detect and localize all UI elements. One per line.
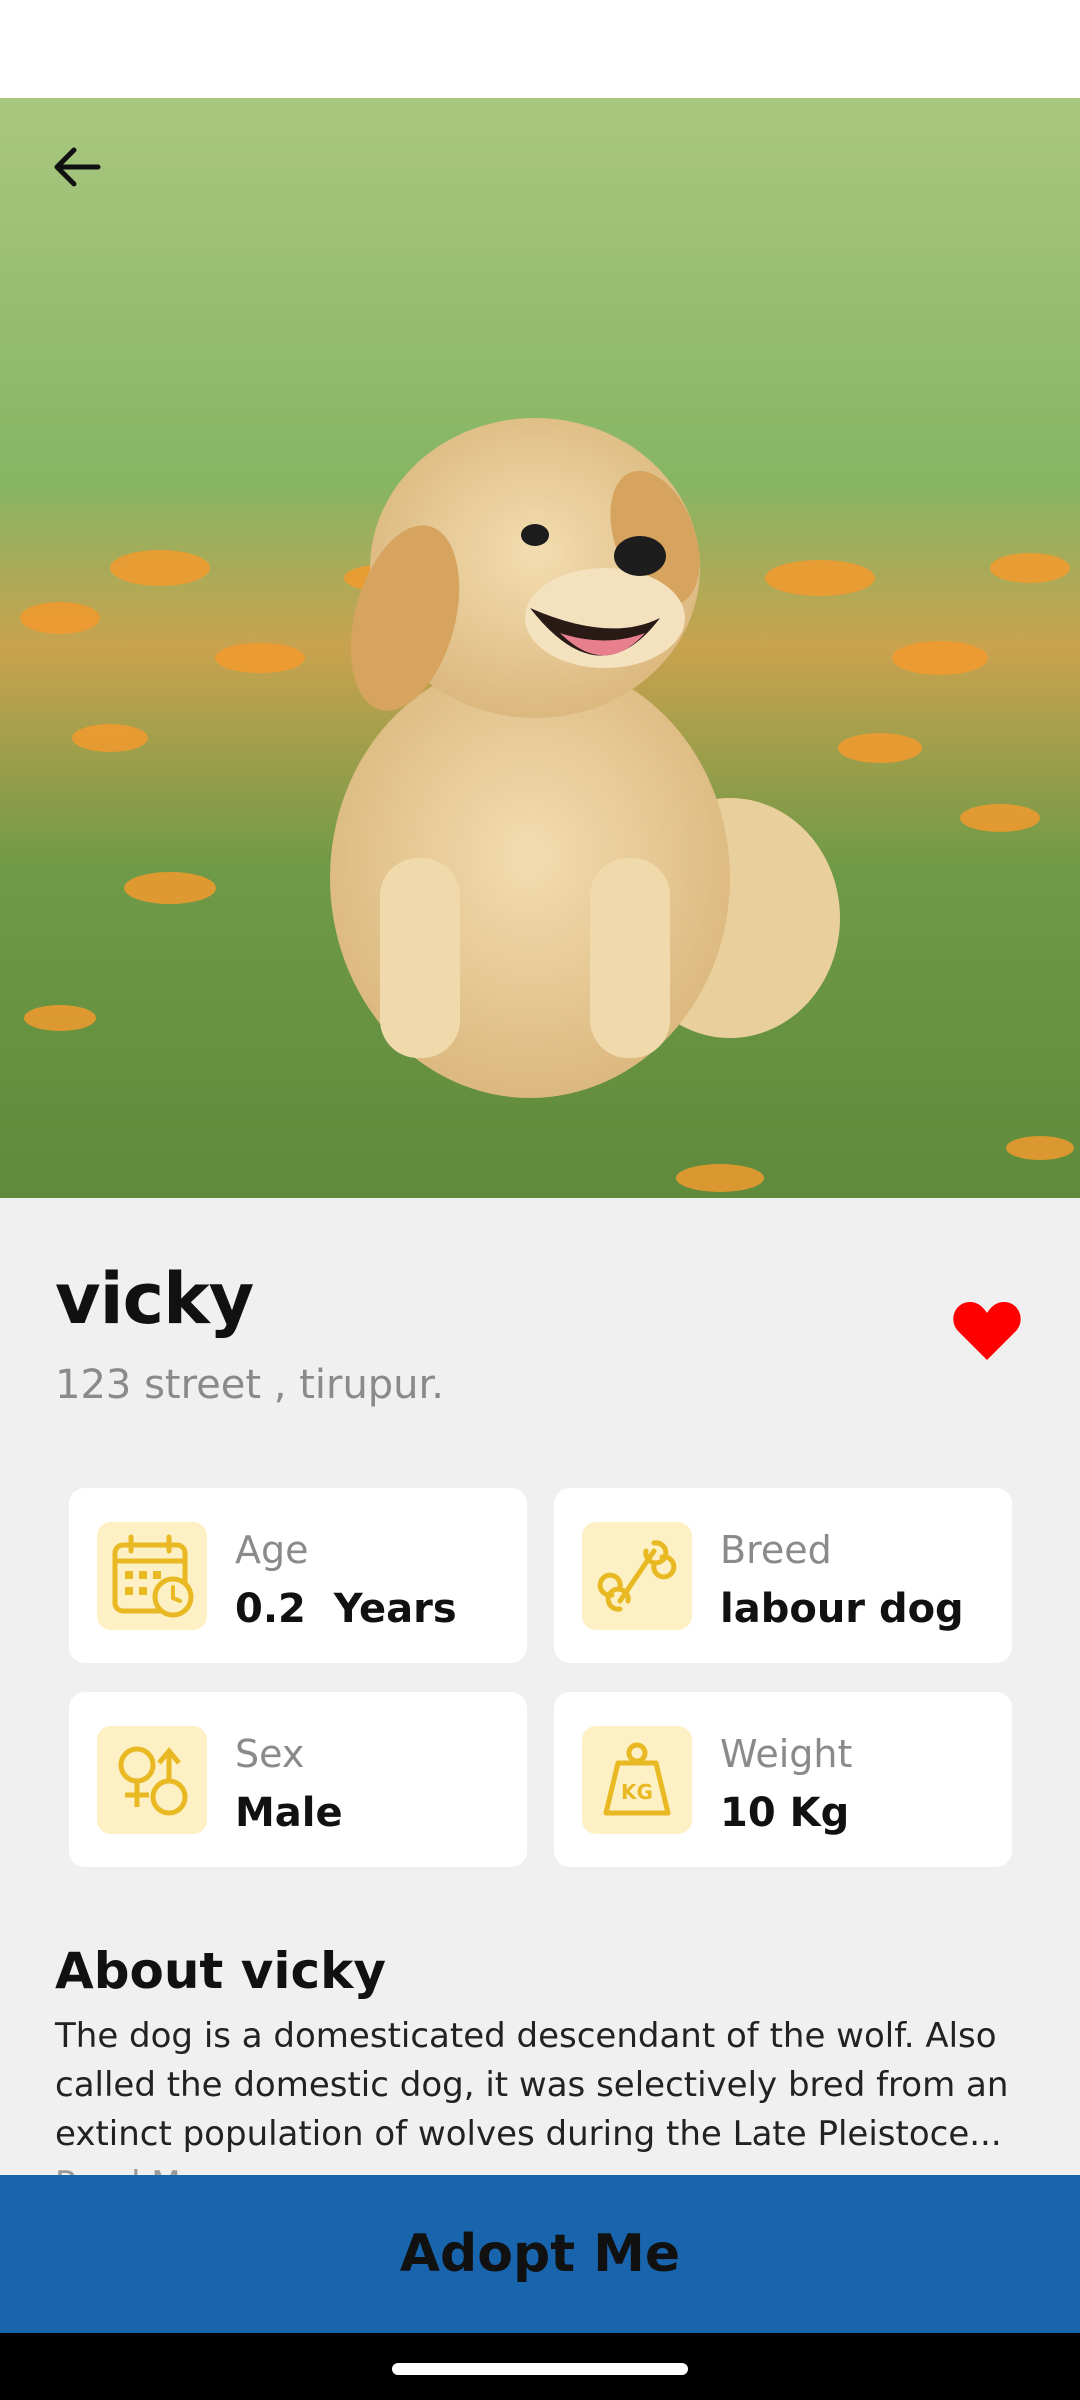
system-nav-bar bbox=[0, 2333, 1080, 2400]
sex-value: Male bbox=[235, 1790, 343, 1836]
breed-icon-box bbox=[582, 1522, 692, 1630]
sex-label: Sex bbox=[235, 1732, 305, 1776]
gender-icon bbox=[118, 1746, 188, 1816]
calendar-clock-icon bbox=[112, 1534, 194, 1618]
status-bar bbox=[0, 0, 1080, 98]
home-indicator[interactable] bbox=[392, 2363, 688, 2375]
weight-kg-icon: KG bbox=[603, 1742, 671, 1816]
weight-label: Weight bbox=[720, 1732, 853, 1776]
age-value: 0.2 Years bbox=[235, 1586, 457, 1632]
breed-label: Breed bbox=[720, 1528, 832, 1572]
sex-icon-box bbox=[97, 1726, 207, 1834]
bone-icon bbox=[597, 1540, 677, 1612]
age-label: Age bbox=[235, 1528, 309, 1572]
about-text: The dog is a domesticated descendant of … bbox=[55, 2016, 1009, 2154]
arrow-left-icon bbox=[54, 147, 101, 187]
weight-value: 10 Kg bbox=[720, 1790, 850, 1836]
age-icon-box bbox=[97, 1522, 207, 1630]
age-card: Age 0.2 Years bbox=[69, 1488, 527, 1663]
pet-name: vicky bbox=[55, 1258, 254, 1340]
favorite-button[interactable] bbox=[952, 1300, 1032, 1372]
pet-details-screen: vicky 123 street , tirupur. Age 0.2 Year bbox=[0, 0, 1080, 2400]
heart-icon bbox=[953, 1302, 1021, 1360]
pet-photo bbox=[0, 98, 1080, 1198]
svg-text:KG: KG bbox=[621, 1780, 653, 1804]
back-button[interactable] bbox=[40, 130, 114, 204]
pet-location: 123 street , tirupur. bbox=[55, 1362, 445, 1408]
breed-value: labour dog bbox=[720, 1586, 964, 1632]
about-title: About vicky bbox=[55, 1942, 386, 2000]
weight-icon-box: KG bbox=[582, 1726, 692, 1834]
sex-card: Sex Male bbox=[69, 1692, 527, 1867]
weight-card: KG Weight 10 Kg bbox=[554, 1692, 1012, 1867]
adopt-me-button[interactable]: Adopt Me bbox=[0, 2175, 1080, 2333]
breed-card: Breed labour dog bbox=[554, 1488, 1012, 1663]
